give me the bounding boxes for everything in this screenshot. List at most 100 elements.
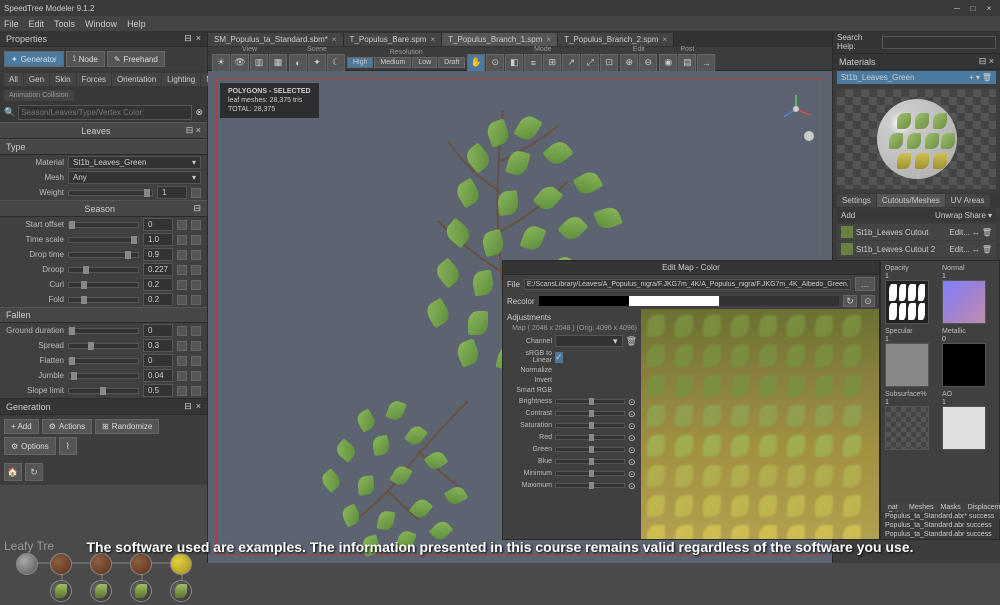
adj-reset[interactable]: ⊙ xyxy=(628,421,637,430)
season-section[interactable]: Season xyxy=(6,204,193,214)
search-clear-icon[interactable]: ⊗ xyxy=(195,107,203,118)
mat-del-icon[interactable]: 🗑 xyxy=(982,73,992,82)
edit-btn-1[interactable]: ⊕ xyxy=(620,54,638,72)
prop-curve[interactable] xyxy=(177,386,187,396)
prop-chk2[interactable] xyxy=(191,326,201,336)
prop-chk2[interactable] xyxy=(191,265,201,275)
gen-actions-button[interactable]: ⚙ Actions xyxy=(42,419,92,434)
res-low[interactable]: Low xyxy=(412,57,437,68)
prop-value[interactable]: 0.227 xyxy=(143,263,173,276)
channel-delete-icon[interactable]: 🗑 xyxy=(626,336,637,347)
filetab-2[interactable]: T_Populus_Branch_1.spm× xyxy=(442,33,558,46)
gen-add-button[interactable]: + Add xyxy=(4,419,39,434)
normal-map[interactable] xyxy=(942,280,986,324)
adj-reset[interactable]: ⊙ xyxy=(628,397,637,406)
prop-curve[interactable] xyxy=(177,371,187,381)
mat-del-icon[interactable]: 🗑 xyxy=(982,228,992,237)
mat-tab-cutouts[interactable]: Cutouts/Meshes xyxy=(877,194,945,207)
prop-slider[interactable] xyxy=(68,388,139,394)
srgb-check[interactable]: ✓ xyxy=(555,352,563,363)
post-btn-3[interactable]: → xyxy=(697,54,715,72)
prop-slider[interactable] xyxy=(68,328,139,334)
filter-lighting[interactable]: Lighting xyxy=(162,73,200,86)
view-btn-3[interactable]: ▥ xyxy=(250,54,268,72)
window-close[interactable]: × xyxy=(982,4,996,13)
prop-slider[interactable] xyxy=(68,358,139,364)
filetab-3[interactable]: T_Populus_Branch_2.spm× xyxy=(558,33,674,46)
adj-slider[interactable] xyxy=(555,447,625,452)
adj-slider[interactable] xyxy=(555,435,625,440)
view-btn-2[interactable]: 👁 xyxy=(231,54,249,72)
window-min[interactable]: ─ xyxy=(950,4,964,13)
post-btn-1[interactable]: ◉ xyxy=(659,54,677,72)
panel-close-icon[interactable]: × xyxy=(196,33,201,44)
search-help-input[interactable] xyxy=(882,36,996,49)
prop-chk2[interactable] xyxy=(191,280,201,290)
adj-slider[interactable] xyxy=(555,471,625,476)
panel-pin-icon[interactable]: ⊟ xyxy=(184,33,192,44)
leaves-section[interactable]: Leaves xyxy=(6,126,186,136)
material-item[interactable]: St1b_Leaves Cutout 2Edit...↔🗑 xyxy=(837,241,996,257)
property-search[interactable] xyxy=(18,105,192,120)
prop-value[interactable]: 0 xyxy=(143,354,173,367)
mat-menu-icon[interactable]: ▾ xyxy=(976,73,980,82)
prop-value[interactable]: 0.3 xyxy=(143,339,173,352)
mat-edit-button[interactable]: Edit... xyxy=(949,245,969,254)
prop-chk2[interactable] xyxy=(191,341,201,351)
res-high[interactable]: High xyxy=(347,57,373,68)
mesh-dropdown[interactable]: Any▾ xyxy=(68,171,201,184)
texture-preview[interactable] xyxy=(641,309,879,539)
mat-tab-uv[interactable]: UV Areas xyxy=(946,194,990,207)
filter-forces[interactable]: Forces xyxy=(77,73,111,86)
node-leaf1[interactable] xyxy=(50,580,72,602)
mat-del-icon[interactable]: 🗑 xyxy=(982,245,992,254)
mat-add-label[interactable]: Add xyxy=(841,211,855,220)
adj-slider[interactable] xyxy=(555,423,625,428)
opacity-map[interactable] xyxy=(885,280,929,324)
prop-value[interactable]: 0.9 xyxy=(143,248,173,261)
prop-chk2[interactable] xyxy=(191,295,201,305)
adj-slider[interactable] xyxy=(555,459,625,464)
tab-generator[interactable]: ✦ Generator xyxy=(4,51,64,67)
sss-map[interactable] xyxy=(885,406,929,450)
node-leaf3[interactable] xyxy=(130,580,152,602)
asset-list-item[interactable]: Populus_ta_Standard.abr success xyxy=(881,521,999,530)
mode-8[interactable]: ⊡ xyxy=(600,54,618,72)
weight-slider[interactable] xyxy=(68,190,153,196)
menu-file[interactable]: File xyxy=(4,19,19,29)
mode-5[interactable]: ⊞ xyxy=(543,54,561,72)
gen-tool-2[interactable]: ↻ xyxy=(25,463,43,481)
prop-value[interactable]: 0.2 xyxy=(143,278,173,291)
gen-brush-icon[interactable]: ⌇ xyxy=(59,437,77,455)
material-current[interactable]: St1b_Leaves_Green xyxy=(841,73,914,82)
prop-value[interactable]: 0.5 xyxy=(143,384,173,397)
scene-btn-3[interactable]: ☾ xyxy=(327,54,345,72)
filter-sub[interactable]: Animation Collision xyxy=(4,90,74,101)
filetab-0[interactable]: SM_Populus_ta_Standard.sbm*× xyxy=(208,33,344,46)
adj-slider[interactable] xyxy=(555,399,625,404)
mode-pan[interactable]: ✋ xyxy=(467,54,485,72)
gen-options-button[interactable]: ⚙ Options xyxy=(4,437,56,455)
mode-4[interactable]: ≡ xyxy=(524,54,542,72)
adj-reset[interactable]: ⊙ xyxy=(628,409,637,418)
asset-list-item[interactable]: Populus_ta_Standard.abr success xyxy=(881,530,999,539)
prop-curve[interactable] xyxy=(177,326,187,336)
mat-edit-button[interactable]: Edit... xyxy=(949,228,969,237)
prop-chk2[interactable] xyxy=(191,235,201,245)
menu-tools[interactable]: Tools xyxy=(54,19,75,29)
node-tree[interactable] xyxy=(16,553,38,575)
channel-dropdown[interactable]: ▾ xyxy=(555,335,623,347)
prop-value[interactable]: 0 xyxy=(143,324,173,337)
mat-arrow-icon[interactable]: ↔ xyxy=(972,245,980,254)
adj-reset[interactable]: ⊙ xyxy=(628,433,637,442)
prop-chk2[interactable] xyxy=(191,250,201,260)
prop-value[interactable]: 0.04 xyxy=(143,369,173,382)
prop-curve[interactable] xyxy=(177,220,187,230)
prop-curve[interactable] xyxy=(177,356,187,366)
specular-map[interactable] xyxy=(885,343,929,387)
adj-reset[interactable]: ⊙ xyxy=(628,445,637,454)
res-medium[interactable]: Medium xyxy=(374,57,411,68)
material-item[interactable]: St1b_Leaves CutoutEdit...↔🗑 xyxy=(837,224,996,240)
mat-tab-settings[interactable]: Settings xyxy=(837,194,876,207)
filetab-1[interactable]: T_Populus_Bare.spm× xyxy=(344,33,443,46)
